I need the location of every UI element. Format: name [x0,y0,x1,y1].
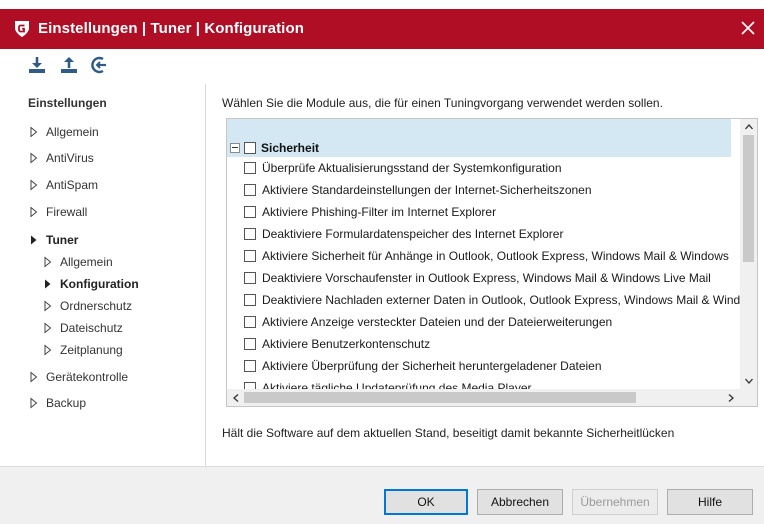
apply-button[interactable]: Übernehmen [572,489,658,515]
list-item[interactable]: Aktiviere Phishing-Filter im Internet Ex… [227,201,731,223]
nav-item-label: Allgemein [46,125,99,139]
help-button[interactable]: Hilfe [667,489,753,515]
cancel-button[interactable]: Abbrechen [477,489,563,515]
instruction-text: Wählen Sie die Module aus, die für einen… [222,96,663,110]
chevron-right-icon [44,256,52,268]
group-checkbox[interactable] [244,142,256,154]
list-item[interactable]: Aktiviere Standardeinstellungen der Inte… [227,179,731,201]
option-checkbox[interactable] [244,206,256,218]
nav-item-tuner[interactable]: Tuner [28,230,78,250]
nav-subitem-ordnerschutz[interactable]: Ordnerschutz [42,296,132,316]
option-checkbox[interactable] [244,272,256,284]
reset-icon[interactable] [88,54,110,76]
option-label: Aktiviere Überprüfung der Sicherheit her… [262,359,602,373]
scroll-down-icon[interactable] [743,375,755,387]
nav-subitem-konfiguration[interactable]: Konfiguration [42,274,139,294]
toolbar [0,49,764,83]
title-bar: Einstellungen | Tuner | Konfiguration [0,9,764,49]
module-list[interactable]: Sicherheit Überprüfe Aktualisierungsstan… [226,118,758,407]
nav-item-label: Backup [46,396,87,410]
settings-navigation: Einstellungen Allgemein AntiVirus AntiSp… [8,84,206,466]
nav-item-label: Dateischutz [60,321,123,335]
nav-item-label: Ordnerschutz [60,299,133,313]
option-label: Aktiviere Benutzerkontenschutz [262,337,431,351]
option-label: Aktiviere Phishing-Filter im Internet Ex… [262,205,497,219]
content-panel: Wählen Sie die Module aus, die für einen… [208,84,764,466]
list-item[interactable]: Überprüfe Aktualisierungsstand der Syste… [227,157,731,179]
nav-item-label: Konfiguration [60,277,139,291]
import-icon[interactable] [26,54,48,76]
chevron-right-icon [30,126,38,138]
nav-subitem-zeitplanung[interactable]: Zeitplanung [42,340,123,360]
nav-item-label: Tuner [46,233,79,247]
scroll-right-icon[interactable] [725,392,737,404]
nav-subitem-dateischutz[interactable]: Dateischutz [42,318,123,338]
vertical-scroll-thumb[interactable] [743,135,754,262]
nav-item-backup[interactable]: Backup [28,393,86,413]
scroll-up-icon[interactable] [743,121,755,133]
option-checkbox[interactable] [244,316,256,328]
chevron-right-icon [30,371,38,383]
option-label: Deaktiviere Nachladen externer Daten in … [262,293,741,307]
nav-item-label: Gerätekontrolle [46,370,129,384]
close-icon[interactable] [738,18,758,38]
window-title: Einstellungen | Tuner | Konfiguration [38,20,304,37]
list-item[interactable]: Deaktiviere Vorschaufenster in Outlook E… [227,267,731,289]
gdata-shield-icon [15,21,29,37]
option-checkbox[interactable] [244,360,256,372]
option-checkbox[interactable] [244,184,256,196]
ok-button[interactable]: OK [384,489,468,515]
horizontal-scrollbar[interactable] [227,389,757,406]
option-checkbox[interactable] [244,250,256,262]
list-item[interactable]: Deaktiviere Nachladen externer Daten in … [227,289,740,311]
export-icon[interactable] [58,54,80,76]
vertical-scrollbar[interactable] [740,119,757,390]
list-item[interactable]: Deaktiviere Formulardatenspeicher des In… [227,223,731,245]
option-label: Deaktiviere Vorschaufenster in Outlook E… [262,271,711,285]
option-label: Überprüfe Aktualisierungsstand der Syste… [262,161,562,175]
nav-item-label: AntiSpam [46,178,99,192]
nav-item-allgemein[interactable]: Allgemein [28,122,99,142]
chevron-right-filled-icon [31,235,37,245]
option-label: Aktiviere Standardeinstellungen der Inte… [262,183,592,197]
option-checkbox[interactable] [244,228,256,240]
chevron-right-filled-icon [45,279,51,289]
nav-subitem-allgemein[interactable]: Allgemein [42,252,113,272]
nav-item-antivirus[interactable]: AntiVirus [28,148,94,168]
chevron-right-icon [30,152,38,164]
option-label: Deaktiviere Formulardatenspeicher des In… [262,227,564,241]
navigation-heading: Einstellungen [28,96,107,110]
module-description: Hält die Software auf dem aktuellen Stan… [222,426,675,440]
group-label: Sicherheit [261,141,320,155]
list-item[interactable]: Aktiviere Überprüfung der Sicherheit her… [227,355,731,377]
group-row-sicherheit[interactable]: Sicherheit [227,139,731,157]
option-checkbox[interactable] [244,338,256,350]
nav-item-label: AntiVirus [46,151,94,165]
dialog-footer: OK Abbrechen Übernehmen Hilfe [0,466,764,524]
nav-item-label: Firewall [46,205,88,219]
chevron-right-icon [30,397,38,409]
chevron-right-icon [44,344,52,356]
option-checkbox[interactable] [244,162,256,174]
option-label: Aktiviere Anzeige versteckter Dateien un… [262,315,613,329]
horizontal-scroll-thumb[interactable] [244,392,636,403]
list-item[interactable]: Aktiviere Anzeige versteckter Dateien un… [227,311,731,333]
chevron-right-icon [30,179,38,191]
nav-item-geraetekontrolle[interactable]: Gerätekontrolle [28,367,128,387]
collapse-icon[interactable] [230,143,240,153]
chevron-right-icon [30,206,38,218]
list-item[interactable]: Aktiviere Benutzerkontenschutz [227,333,731,355]
nav-item-label: Zeitplanung [60,343,123,357]
nav-item-firewall[interactable]: Firewall [28,202,87,222]
option-checkbox[interactable] [244,294,256,306]
nav-item-label: Allgemein [60,255,113,269]
list-item[interactable]: Aktiviere Sicherheit für Anhänge in Outl… [227,245,731,267]
nav-item-antispam[interactable]: AntiSpam [28,175,98,195]
scroll-left-icon[interactable] [230,392,242,404]
list-group-header: Sicherheit [227,119,731,157]
chevron-right-icon [44,300,52,312]
option-label: Aktiviere Sicherheit für Anhänge in Outl… [262,249,729,263]
chevron-right-icon [44,322,52,334]
